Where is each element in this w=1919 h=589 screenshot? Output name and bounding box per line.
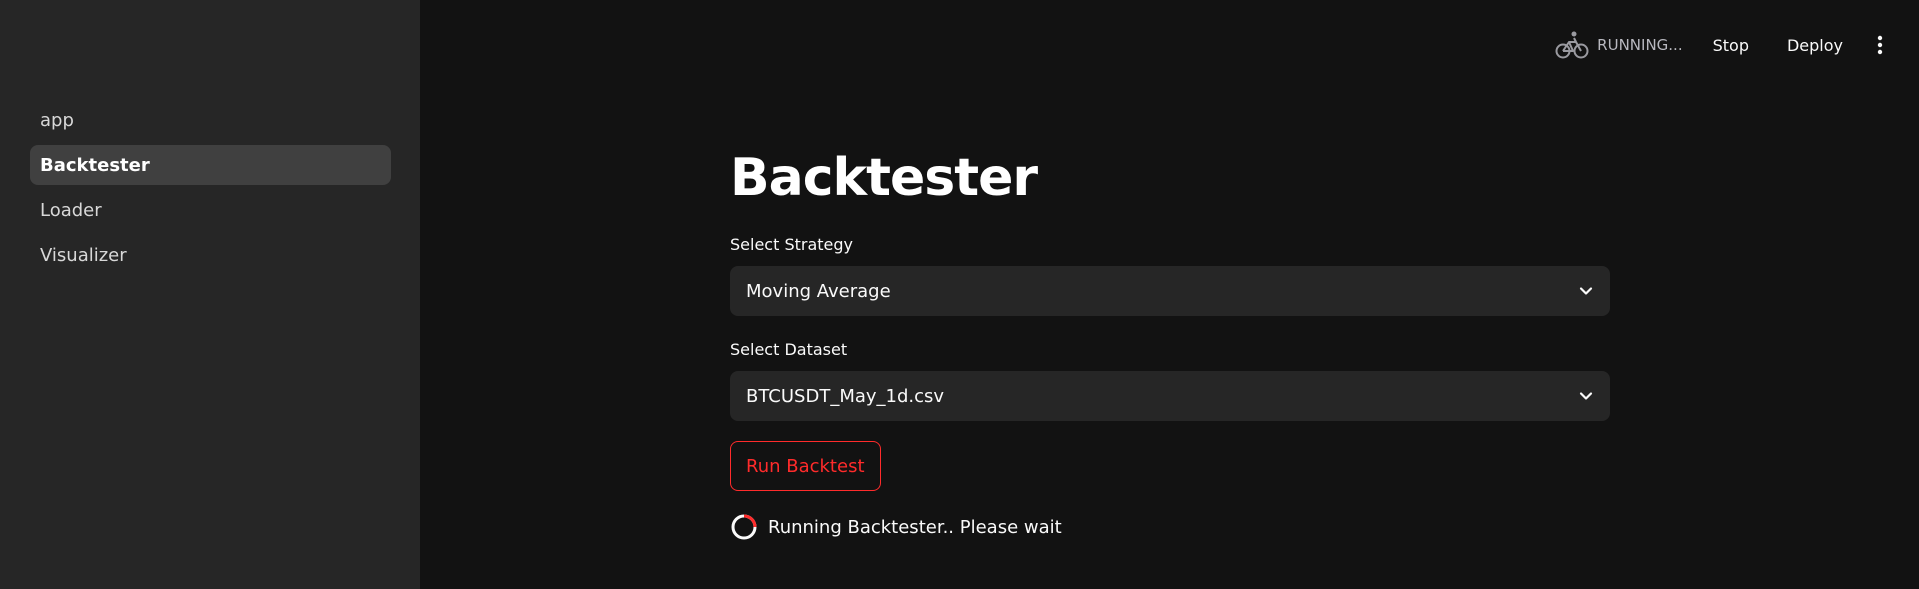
strategy-select[interactable]: Moving Average [730, 266, 1610, 316]
spinner-text: Running Backtester.. Please wait [768, 516, 1062, 538]
status-text: RUNNING... [1597, 36, 1683, 54]
sidebar-item-label: Loader [40, 199, 102, 221]
app-window: app Backtester Loader Visualizer RUNNING… [0, 0, 1919, 589]
sidebar-item-label: Backtester [40, 154, 150, 176]
spinner-icon [731, 514, 757, 540]
strategy-label: Select Strategy [730, 235, 853, 254]
sidebar-item-label: Visualizer [40, 244, 127, 266]
strategy-value: Moving Average [746, 280, 891, 302]
header-toolbar: RUNNING... Stop Deploy [1555, 28, 1889, 62]
kebab-menu-icon[interactable] [1871, 33, 1889, 57]
sidebar-nav: app Backtester Loader Visualizer [30, 100, 391, 280]
dataset-value: BTCUSDT_May_1d.csv [746, 385, 945, 407]
sidebar-item-label: app [40, 109, 74, 131]
stop-button[interactable]: Stop [1707, 30, 1755, 61]
sidebar: app Backtester Loader Visualizer [0, 0, 420, 589]
chevron-down-icon [1579, 287, 1593, 295]
running-status: RUNNING... [1555, 30, 1683, 60]
dataset-select[interactable]: BTCUSDT_May_1d.csv [730, 371, 1610, 421]
sidebar-item-app[interactable]: app [30, 100, 391, 140]
sidebar-item-backtester[interactable]: Backtester [30, 145, 391, 185]
chevron-down-icon [1579, 392, 1593, 400]
loading-status: Running Backtester.. Please wait [730, 513, 1062, 541]
run-backtest-button[interactable]: Run Backtest [730, 441, 881, 491]
deploy-button[interactable]: Deploy [1781, 30, 1849, 61]
dataset-label: Select Dataset [730, 340, 848, 359]
sidebar-item-loader[interactable]: Loader [30, 190, 391, 230]
sidebar-item-visualizer[interactable]: Visualizer [30, 235, 391, 275]
page-title: Backtester [730, 148, 1038, 208]
bicycle-icon [1555, 31, 1589, 59]
